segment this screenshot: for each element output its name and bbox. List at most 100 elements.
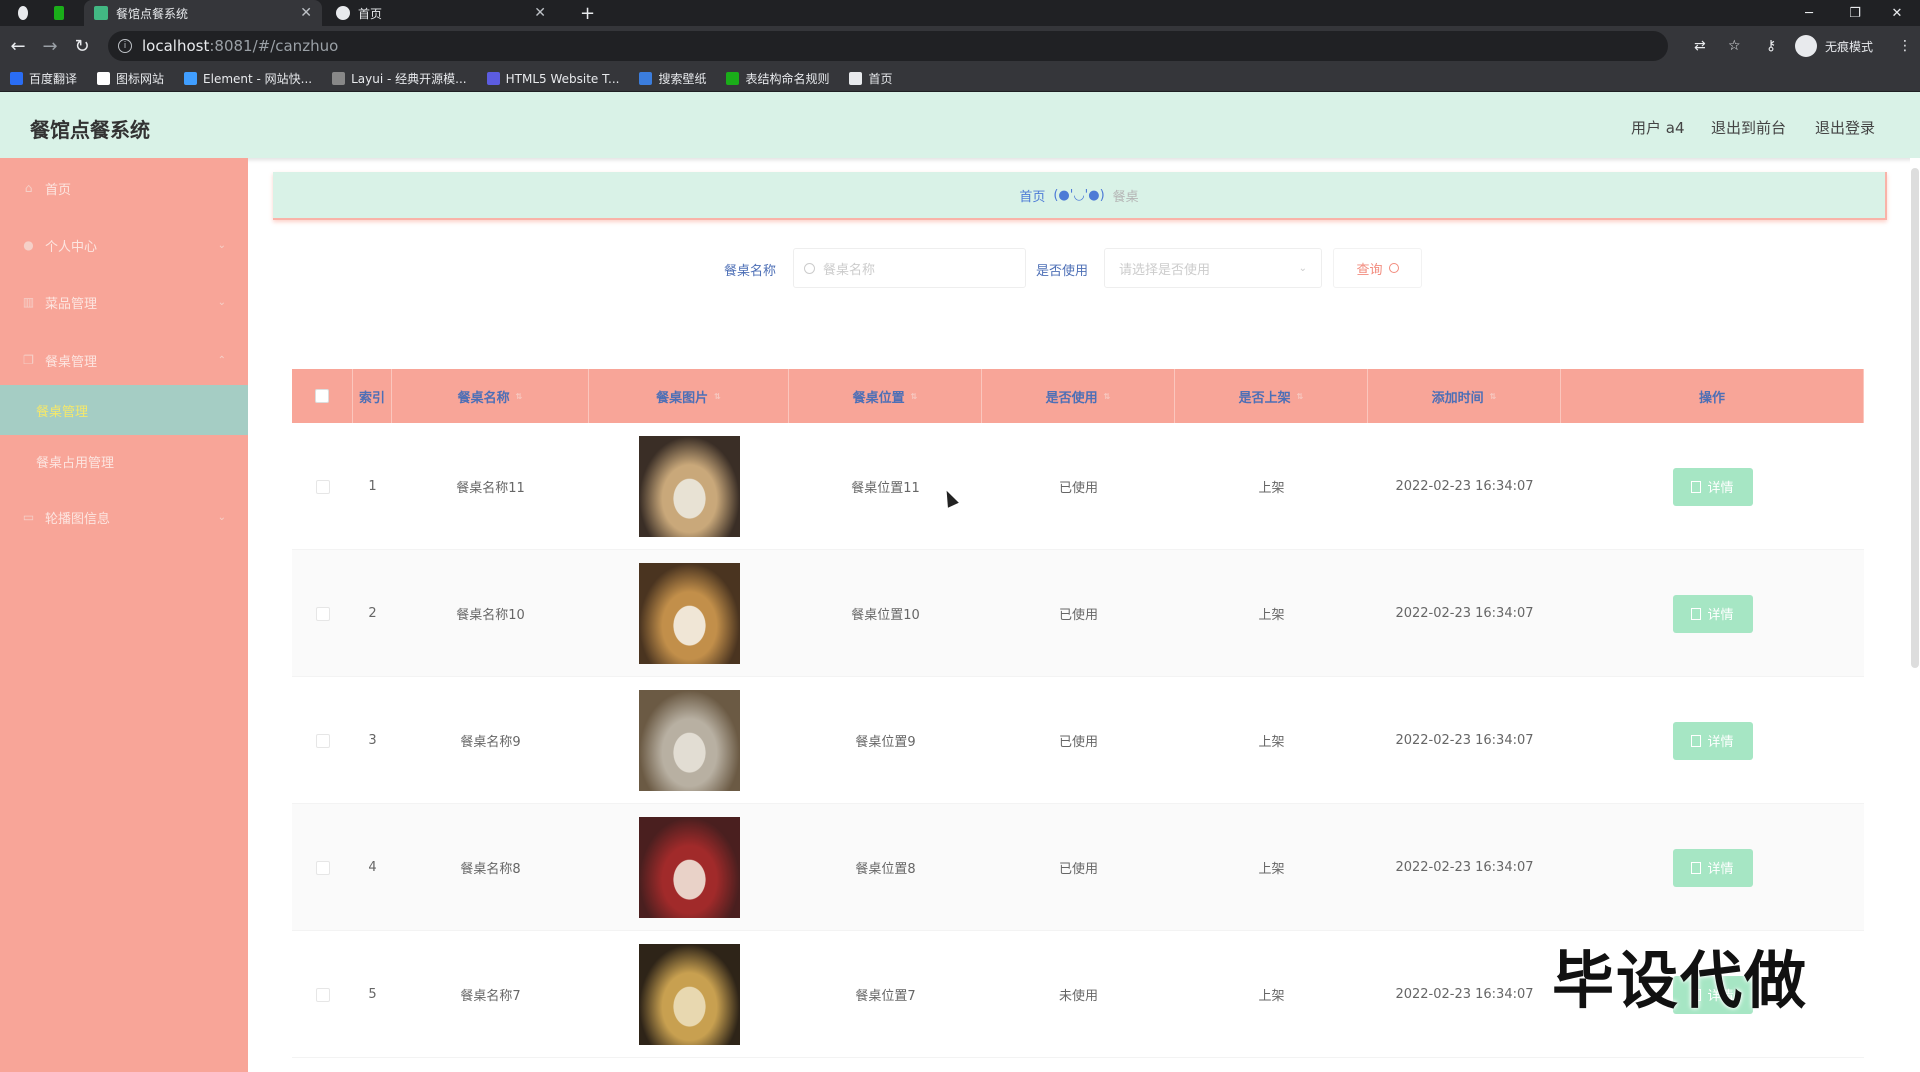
action-cell: 详情 (1561, 804, 1864, 931)
forward-icon[interactable]: → (38, 34, 62, 58)
row-checkbox[interactable] (315, 987, 330, 1002)
bookmark-item[interactable]: 搜索壁纸 (639, 70, 706, 87)
info-icon[interactable]: i (118, 39, 132, 53)
bookmark-item[interactable]: 表结构命名规则 (726, 70, 829, 87)
row-checkbox[interactable] (315, 860, 330, 875)
user-label: 用户 a4 (1631, 119, 1685, 137)
sidebar: ⌂ 首页 ● 个人中心 ⌄ ▥ 菜品管理 ⌄ ❐ 餐桌管理 ⌃ 餐桌管理 餐桌占… (0, 158, 248, 1072)
bookmark-icon (639, 72, 653, 85)
chart-icon: ▥ (22, 295, 35, 309)
logout-link[interactable]: 退出登录 (1815, 117, 1875, 138)
window-close-icon[interactable]: ✕ (1874, 0, 1920, 26)
sidebar-item-tables[interactable]: ❐ 餐桌管理 ⌃ (0, 338, 248, 382)
time-cell: 2022-02-23 16:34:07 (1395, 606, 1534, 621)
sort-icon[interactable]: ⇅ (714, 392, 721, 401)
sort-icon[interactable]: ⇅ (516, 392, 523, 401)
bookmark-item[interactable]: HTML5 Website T... (486, 72, 619, 86)
chevron-up-icon: ⌃ (217, 354, 226, 366)
address-bar[interactable]: i localhost:8081/#/canzhuo (108, 31, 1668, 61)
column-header[interactable]: 餐桌位置 ⇅ (789, 369, 982, 423)
scrollbar[interactable] (1910, 158, 1920, 1072)
bookmark-item[interactable]: 百度翻译 (10, 70, 77, 87)
bookmark-item[interactable]: Element - 网站快... (184, 70, 312, 87)
detail-button-label: 详情 (1707, 862, 1734, 877)
sidebar-subitem-table-occupy[interactable]: 餐桌占用管理 (0, 436, 248, 486)
breadcrumb-home[interactable]: 首页 (1019, 186, 1045, 205)
key-icon[interactable]: ⚷ (1766, 34, 1776, 58)
image-cell (589, 804, 789, 931)
sort-icon[interactable]: ⇅ (1104, 392, 1111, 401)
sort-icon[interactable]: ⇅ (1297, 392, 1304, 401)
column-header-label: 是否使用 (1045, 390, 1098, 406)
detail-button[interactable]: 详情 (1672, 467, 1753, 506)
new-tab-button[interactable]: + (570, 0, 600, 26)
action-cell: 详情 (1561, 423, 1864, 550)
column-header[interactable]: 餐桌名称 ⇅ (392, 369, 589, 423)
bookmark-item[interactable]: 图标网站 (97, 70, 164, 87)
more-icon[interactable]: ⋮ (1898, 34, 1912, 58)
reload-icon[interactable]: ↻ (70, 34, 94, 58)
bookmark-icon (97, 72, 111, 85)
pinned-tab[interactable] (44, 0, 74, 26)
back-icon[interactable]: ← (6, 34, 30, 58)
image-cell (589, 677, 789, 804)
tab-active[interactable]: 餐馆点餐系统 ✕ (84, 0, 322, 26)
column-header-label: 索引 (358, 390, 385, 406)
column-header[interactable]: 是否上架 ⇅ (1175, 369, 1368, 423)
home-icon: ⌂ (24, 181, 33, 195)
query-button[interactable]: 查询 (1333, 248, 1422, 288)
close-icon[interactable]: ✕ (534, 5, 546, 21)
translate-icon[interactable]: ⇄ (1694, 34, 1706, 58)
sort-icon[interactable]: ⇅ (911, 392, 918, 401)
browser-menu-icon[interactable] (8, 0, 38, 26)
scrollbar-thumb[interactable] (1911, 168, 1919, 668)
table-name-input[interactable]: 餐桌名称 (793, 248, 1026, 288)
bookmark-item[interactable]: 首页 (849, 70, 893, 87)
sidebar-item-home[interactable]: ⌂ 首页 (0, 166, 248, 210)
bookmark-item[interactable]: Layui - 经典开源模... (332, 70, 467, 87)
bookmark-icon (10, 72, 23, 85)
time-cell: 2022-02-23 16:34:07 (1395, 860, 1534, 875)
row-select-cell (292, 804, 353, 931)
shelf-cell: 上架 (1258, 481, 1285, 496)
detail-button[interactable]: 详情 (1672, 594, 1753, 633)
detail-button[interactable]: 详情 (1672, 721, 1753, 760)
sidebar-item-dishes[interactable]: ▥ 菜品管理 ⌄ (0, 280, 248, 324)
sort-icon[interactable]: ⇅ (1490, 392, 1497, 401)
search-icon (1388, 263, 1399, 273)
incognito-badge[interactable]: 无痕模式 (1795, 32, 1873, 60)
index-cell: 3 (368, 733, 377, 748)
tab-home[interactable]: 首页 ✕ (326, 0, 556, 26)
column-header[interactable]: 餐桌图片 ⇅ (589, 369, 789, 423)
row-select-cell (292, 423, 353, 550)
column-header[interactable]: 是否使用 ⇅ (982, 369, 1175, 423)
used-cell: 未使用 (1058, 989, 1098, 1004)
column-header[interactable]: 添加时间 ⇅ (1368, 369, 1561, 423)
detail-button-label: 详情 (1707, 608, 1734, 623)
sidebar-subitem-table-manage[interactable]: 餐桌管理 (0, 385, 248, 435)
document-icon (1691, 480, 1702, 493)
row-checkbox[interactable] (315, 479, 330, 494)
sidebar-item-carousel[interactable]: ▭ 轮播图信息 ⌄ (0, 495, 248, 539)
vue-icon (94, 6, 108, 20)
detail-button-label: 详情 (1707, 481, 1734, 496)
star-icon[interactable]: ☆ (1728, 34, 1741, 58)
table-row: 1 餐桌名称11 餐桌位置11 已使用 上架 2022-02-23 16:34:07 详情 (292, 423, 1864, 550)
minimize-icon[interactable]: ─ (1786, 0, 1832, 26)
row-checkbox[interactable] (315, 606, 330, 621)
sidebar-item-label: 餐桌管理 (45, 354, 98, 370)
used-cell: 已使用 (1058, 735, 1098, 750)
used-select[interactable]: 请选择是否使用 ⌄ (1104, 248, 1322, 288)
query-button-label: 查询 (1356, 262, 1383, 278)
restore-icon[interactable]: ❐ (1832, 0, 1878, 26)
detail-button[interactable]: 详情 (1672, 848, 1753, 887)
close-icon[interactable]: ✕ (300, 5, 312, 21)
browser-tabstrip: 餐馆点餐系统 ✕ 首页 ✕ + ─ ❐ ✕ (0, 0, 1920, 26)
shelf-cell: 上架 (1258, 735, 1285, 750)
row-checkbox[interactable] (315, 733, 330, 748)
select-all-checkbox[interactable] (315, 389, 329, 403)
bookmarks-bar: 百度翻译 图标网站 Element - 网站快... Layui - 经典开源模...… (0, 66, 1920, 92)
to-front-link[interactable]: 退出到前台 (1711, 117, 1786, 138)
url-path: :8081/#/canzhuo (209, 37, 339, 55)
sidebar-item-profile[interactable]: ● 个人中心 ⌄ (0, 223, 248, 267)
